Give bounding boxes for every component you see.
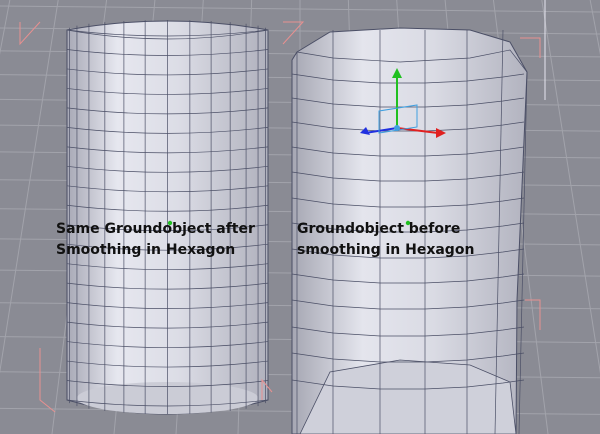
original-object-label: Groundobject before smoothing in Hexagon: [297, 221, 475, 258]
grid-line: [0, 0, 59, 374]
smoothed-cylinder-mesh: [66, 20, 269, 415]
grid-line: [541, 0, 600, 374]
gizmo-center: [394, 125, 400, 131]
bbox-corner: [19, 21, 41, 46]
bbox-corner: [525, 299, 541, 330]
smoothed-object-label: Same Groundobject after Smoothing in Hex…: [56, 221, 255, 258]
grid-line: [0, 0, 11, 55]
3d-viewport[interactable]: Same Groundobject after Smoothing in Hex…: [0, 0, 600, 434]
bbox-corner: [520, 37, 541, 58]
bbox-corner: [39, 348, 56, 413]
grid-line: [589, 0, 600, 55]
viewport-scene[interactable]: [0, 0, 600, 434]
